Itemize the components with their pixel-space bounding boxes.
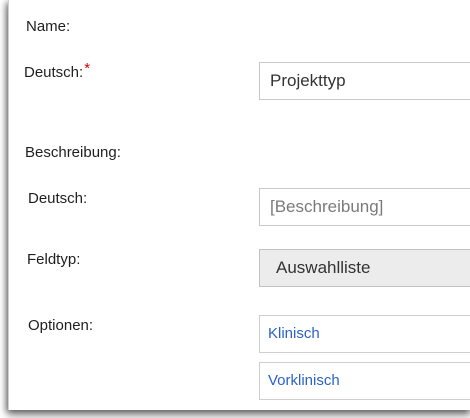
required-asterisk: *	[84, 60, 91, 77]
option-item-vorklinisch[interactable]: Vorklinisch	[259, 362, 470, 400]
description-section-label: Beschreibung:	[25, 144, 121, 161]
name-de-label-text: Deutsch:	[24, 64, 84, 81]
name-de-label: Deutsch:*	[24, 60, 90, 81]
fieldtype-select[interactable]: Auswahlliste	[259, 249, 470, 287]
option-item-klinisch[interactable]: Klinisch	[259, 315, 470, 353]
field-edit-panel: Name: Deutsch:* Projekttyp Beschreibung:…	[8, 0, 470, 410]
fieldtype-label: Feldtyp:	[27, 251, 81, 268]
description-de-label: Deutsch:	[28, 190, 88, 207]
name-de-input[interactable]: Projekttyp	[259, 62, 470, 100]
description-de-input[interactable]: [Beschreibung]	[259, 188, 470, 226]
name-section-label: Name:	[26, 18, 71, 35]
options-label: Optionen:	[28, 317, 94, 334]
